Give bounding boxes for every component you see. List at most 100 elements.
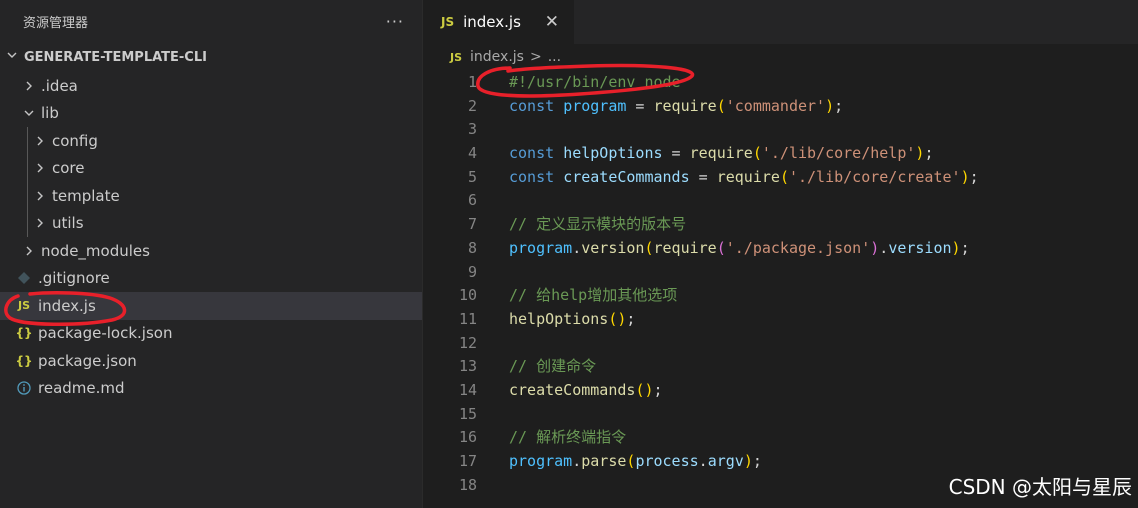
- code-token: process: [635, 452, 699, 470]
- code-token: ;: [960, 238, 970, 257]
- file-tree-label: core: [52, 159, 85, 178]
- file-tree-item[interactable]: config: [0, 127, 422, 155]
- code-line: 1 #!/usr/bin/env node: [424, 71, 1138, 95]
- file-tree-item[interactable]: readme.md: [0, 375, 422, 403]
- line-number: 17: [458, 452, 477, 470]
- code-token: './lib/core/help': [761, 144, 916, 163]
- file-tree-item[interactable]: .idea: [0, 72, 422, 100]
- code-token: program: [509, 452, 573, 470]
- code-token: require: [653, 96, 717, 115]
- breadcrumb-file[interactable]: index.js: [470, 49, 524, 65]
- code-token: =: [662, 144, 690, 163]
- chevron-right-icon: [33, 162, 47, 174]
- code-token: // 定义显示模块的版本号: [509, 215, 687, 234]
- line-number: 9: [467, 262, 477, 281]
- line-content: [477, 403, 509, 427]
- code-line: 6: [424, 189, 1138, 213]
- line-content: const helpOptions = require('./lib/core/…: [477, 142, 933, 166]
- file-tree-item[interactable]: node_modules: [0, 237, 422, 265]
- code-token: .: [879, 238, 889, 257]
- code-line: 10 // 给help增加其他选项: [424, 284, 1138, 308]
- file-tree-label: node_modules: [41, 241, 150, 260]
- code-token: version: [581, 238, 645, 257]
- tab-label: index.js: [463, 13, 521, 31]
- code-line: 2 const program = require('commander');: [424, 95, 1138, 119]
- code-token: (): [635, 380, 654, 399]
- code-line: 7 // 定义显示模块的版本号: [424, 213, 1138, 237]
- code-line: 12: [424, 332, 1138, 356]
- line-number: 1: [467, 73, 477, 91]
- file-tree-label: config: [52, 131, 98, 150]
- code-token: // 创建命令: [509, 357, 597, 376]
- file-tree-item[interactable]: JS index.js: [0, 292, 422, 320]
- code-token: const: [509, 96, 555, 115]
- tab-index-js[interactable]: JS index.js ✕: [424, 0, 574, 44]
- file-tree-item[interactable]: utils: [0, 209, 422, 237]
- json-file-icon: {}: [15, 353, 33, 368]
- line-content: // 创建命令: [477, 355, 596, 379]
- indent-guide: [27, 182, 28, 210]
- chevron-right-icon: [33, 135, 47, 147]
- code-token: (: [644, 238, 654, 257]
- file-tree-label: package.json: [38, 351, 137, 370]
- code-token: ;: [969, 167, 979, 186]
- file-tree-label: readme.md: [38, 379, 125, 398]
- project-name: GENERATE-TEMPLATE-CLI: [24, 49, 207, 65]
- code-token: .: [572, 452, 582, 470]
- breadcrumb-more[interactable]: ...: [548, 49, 561, 65]
- code-token: ;: [653, 380, 663, 399]
- code-token: helpOptions: [509, 309, 609, 328]
- line-content: [477, 118, 509, 142]
- code-token: ): [825, 96, 835, 115]
- code-token: (: [716, 238, 726, 257]
- indent-guide: [27, 209, 28, 237]
- explorer-title: 资源管理器: [23, 15, 89, 31]
- code-token: ): [870, 238, 880, 257]
- file-tree-label: lib: [41, 104, 59, 123]
- code-line: 9: [424, 261, 1138, 285]
- explorer-sidebar: 资源管理器 ··· GENERATE-TEMPLATE-CLI .idea lib…: [0, 0, 423, 508]
- code-token: require: [689, 144, 753, 163]
- close-icon[interactable]: ✕: [545, 12, 559, 32]
- code-token: ;: [626, 309, 636, 328]
- line-content: helpOptions();: [477, 308, 635, 332]
- code-token: 'commander': [725, 96, 826, 115]
- line-number: 10: [458, 286, 477, 305]
- line-number: 7: [467, 215, 477, 234]
- code-token: .: [572, 238, 582, 257]
- chevron-down-icon: [22, 107, 36, 119]
- more-icon[interactable]: ···: [386, 12, 404, 31]
- js-file-icon: JS: [450, 50, 463, 64]
- code-token: ): [951, 238, 961, 257]
- chevron-right-icon: [22, 80, 36, 92]
- file-tree-item[interactable]: .gitignore: [0, 265, 422, 293]
- line-number: 15: [458, 404, 477, 423]
- project-section-header[interactable]: GENERATE-TEMPLATE-CLI: [0, 42, 422, 72]
- code-token: (: [779, 167, 789, 186]
- code-line: 11 helpOptions();: [424, 308, 1138, 332]
- line-content: program.parse(process.argv);: [477, 450, 762, 474]
- line-number: 5: [467, 167, 477, 186]
- file-tree-item[interactable]: core: [0, 154, 422, 182]
- line-content: [477, 332, 509, 356]
- line-number: 18: [458, 475, 477, 494]
- code-token: =: [626, 96, 654, 115]
- line-content: [477, 261, 509, 285]
- file-tree-item[interactable]: {} package-lock.json: [0, 320, 422, 348]
- file-tree-label: .gitignore: [38, 269, 110, 288]
- line-content: createCommands();: [477, 379, 663, 403]
- line-number: 14: [458, 380, 477, 399]
- code-token: ): [743, 452, 753, 470]
- file-tree-item[interactable]: template: [0, 182, 422, 210]
- breadcrumb-separator: >: [529, 49, 542, 65]
- code-editor[interactable]: 1 #!/usr/bin/env node 2 const program = req…: [424, 70, 1138, 497]
- tab-bar: JS index.js ✕: [424, 0, 1138, 44]
- line-number: 6: [467, 191, 477, 210]
- file-tree-item[interactable]: {} package.json: [0, 347, 422, 375]
- file-tree-item[interactable]: lib: [0, 100, 422, 128]
- line-number: 4: [467, 144, 477, 163]
- code-token: =: [689, 167, 717, 186]
